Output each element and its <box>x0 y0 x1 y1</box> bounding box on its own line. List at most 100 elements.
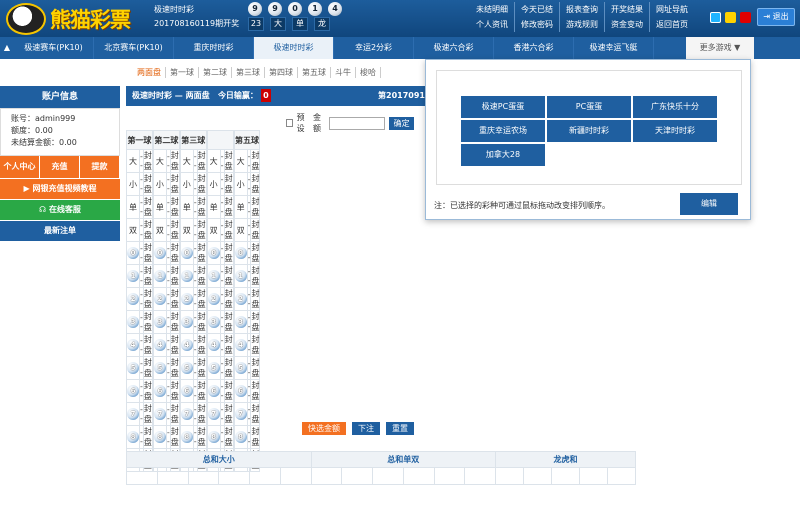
bet-cell[interactable]: 封盘 <box>223 241 234 265</box>
bet-cell[interactable]: 封盘 <box>169 356 180 380</box>
edit-button[interactable]: 编辑 <box>680 193 738 215</box>
link-funds[interactable]: 资金变动 <box>605 17 650 32</box>
tab-game[interactable]: 幸运2分彩 <box>334 37 414 59</box>
bet-cell[interactable]: 封盘 <box>169 287 180 311</box>
link-home[interactable]: 返回首页 <box>650 17 694 32</box>
bet-cell[interactable]: 封盘 <box>196 241 207 265</box>
subtab[interactable]: 第一球 <box>166 67 199 78</box>
bet-cell[interactable]: 封盘 <box>196 402 207 426</box>
bet-cell[interactable]: 封盘 <box>196 218 207 242</box>
tab-game[interactable]: 重庆时时彩 <box>174 37 254 59</box>
summary-cell[interactable] <box>310 467 343 485</box>
subtab[interactable]: 斗牛 <box>331 67 356 78</box>
bet-cell[interactable]: 封盘 <box>142 149 153 173</box>
game-option-button[interactable]: 新疆时时彩 <box>547 120 631 142</box>
bet-cell[interactable]: 封盘 <box>250 402 261 426</box>
summary-cell[interactable] <box>187 467 220 485</box>
summary-cell[interactable] <box>341 467 373 485</box>
subtab[interactable]: 第四球 <box>265 67 298 78</box>
bet-cell[interactable]: 封盘 <box>142 379 153 403</box>
link-reports[interactable]: 报表查询 <box>560 2 605 17</box>
logo[interactable]: 熊猫彩票 <box>2 1 142 37</box>
quick-amount-button[interactable]: 快选金额 <box>302 422 346 435</box>
bet-cell[interactable]: 封盘 <box>223 218 234 242</box>
bet-cell[interactable]: 封盘 <box>169 149 180 173</box>
subtab[interactable]: 梭哈 <box>356 67 381 78</box>
bet-cell[interactable]: 封盘 <box>223 425 234 449</box>
bet-cell[interactable]: 封盘 <box>196 356 207 380</box>
tutorial-button[interactable]: ▶ 网银充值视频教程 <box>0 179 120 199</box>
place-bet-button[interactable]: 下注 <box>352 422 380 435</box>
link-password[interactable]: 修改密码 <box>515 17 560 32</box>
bet-cell[interactable]: 封盘 <box>169 264 180 288</box>
game-option-button[interactable]: 重庆幸运农场 <box>461 120 545 142</box>
bet-cell[interactable]: 封盘 <box>169 333 180 357</box>
summary-cell[interactable] <box>433 467 466 485</box>
game-option-button[interactable]: 极速PC蛋蛋 <box>461 96 545 118</box>
summary-cell[interactable] <box>126 467 158 485</box>
skin-yellow-button[interactable] <box>725 12 736 23</box>
subtab[interactable]: 第三球 <box>232 67 265 78</box>
summary-cell[interactable] <box>402 467 435 485</box>
bet-cell[interactable]: 封盘 <box>196 172 207 196</box>
personal-center-button[interactable]: 个人中心 <box>0 156 40 178</box>
bet-cell[interactable]: 封盘 <box>223 264 234 288</box>
bet-cell[interactable]: 封盘 <box>142 287 153 311</box>
bet-cell[interactable]: 封盘 <box>196 333 207 357</box>
bet-cell[interactable]: 封盘 <box>250 149 261 173</box>
bet-cell[interactable]: 封盘 <box>223 172 234 196</box>
link-nav[interactable]: 网址导航 <box>650 2 694 17</box>
logout-button[interactable]: ⇥ 退出 <box>757 8 795 26</box>
bet-cell[interactable]: 封盘 <box>250 264 261 288</box>
latest-bets-button[interactable]: 最新注单 <box>0 221 120 241</box>
bet-cell[interactable]: 封盘 <box>142 310 153 334</box>
preset-checkbox[interactable] <box>286 119 293 127</box>
bet-cell[interactable]: 封盘 <box>250 356 261 380</box>
bet-cell[interactable]: 封盘 <box>250 241 261 265</box>
game-option-button[interactable]: PC蛋蛋 <box>547 96 631 118</box>
bet-cell[interactable]: 封盘 <box>196 149 207 173</box>
game-option-button[interactable]: 天津时时彩 <box>633 120 717 142</box>
subtab[interactable]: 第二球 <box>199 67 232 78</box>
bet-cell[interactable]: 封盘 <box>142 425 153 449</box>
tab-game-active[interactable]: 极速时时彩 <box>254 37 334 59</box>
link-settled-today[interactable]: 今天已结 <box>515 2 560 17</box>
summary-cell[interactable] <box>522 467 552 485</box>
bet-cell[interactable]: 封盘 <box>169 241 180 265</box>
tab-game[interactable]: 极速幸运飞艇 <box>574 37 654 59</box>
bet-cell[interactable]: 封盘 <box>196 425 207 449</box>
bet-cell[interactable]: 封盘 <box>169 195 180 219</box>
tab-game[interactable]: 香港六合彩 <box>494 37 574 59</box>
bet-cell[interactable]: 封盘 <box>169 218 180 242</box>
bet-cell[interactable]: 封盘 <box>223 195 234 219</box>
bet-cell[interactable]: 封盘 <box>169 425 180 449</box>
withdraw-button[interactable]: 提款 <box>80 156 120 178</box>
bet-cell[interactable]: 封盘 <box>169 310 180 334</box>
bet-cell[interactable]: 封盘 <box>223 287 234 311</box>
skin-blue-checkbox[interactable] <box>710 12 721 23</box>
bet-cell[interactable]: 封盘 <box>196 379 207 403</box>
bet-cell[interactable]: 封盘 <box>250 379 261 403</box>
bet-cell[interactable]: 封盘 <box>250 333 261 357</box>
bet-cell[interactable]: 封盘 <box>223 149 234 173</box>
summary-cell[interactable] <box>550 467 580 485</box>
more-games-button[interactable]: 更多游戏 ▼ <box>686 37 754 59</box>
bet-cell[interactable]: 封盘 <box>142 333 153 357</box>
link-results[interactable]: 开奖结果 <box>605 2 650 17</box>
tab-game[interactable]: 北京赛车(PK10) <box>94 37 174 59</box>
link-rules[interactable]: 游戏规则 <box>560 17 605 32</box>
bet-cell[interactable]: 封盘 <box>250 310 261 334</box>
tab-game[interactable]: 极速赛车(PK10) <box>14 37 94 59</box>
amount-input[interactable] <box>329 116 386 130</box>
deposit-button[interactable]: 充值 <box>40 156 80 178</box>
bet-cell[interactable]: 封盘 <box>142 195 153 219</box>
bet-cell[interactable]: 封盘 <box>250 287 261 311</box>
subtab-two-sides[interactable]: 两面盘 <box>133 67 166 78</box>
bet-cell[interactable]: 封盘 <box>142 172 153 196</box>
bet-cell[interactable]: 封盘 <box>223 402 234 426</box>
bet-cell[interactable]: 封盘 <box>142 402 153 426</box>
summary-cell[interactable] <box>156 467 189 485</box>
summary-cell[interactable] <box>606 467 637 485</box>
bet-cell[interactable]: 封盘 <box>250 172 261 196</box>
bet-cell[interactable]: 封盘 <box>223 333 234 357</box>
